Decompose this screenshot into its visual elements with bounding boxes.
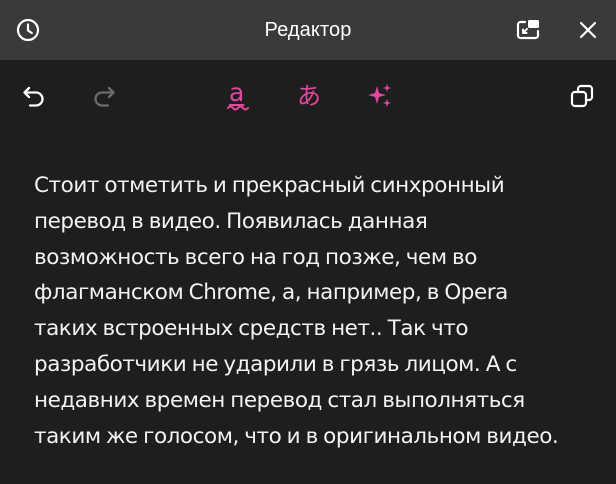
spellcheck-icon: a <box>224 80 252 112</box>
text-line: Стоит отметить и прекрасный синхронный <box>34 173 505 198</box>
redo-button[interactable] <box>86 78 122 114</box>
undo-icon <box>23 86 44 107</box>
text-line: разработчики не ударили в грязь лицом. А… <box>34 351 517 377</box>
text-line: перевод в видео. Появилась данная <box>34 208 428 234</box>
translate-icon: あ <box>297 82 321 110</box>
picture-in-picture-icon <box>516 20 540 40</box>
title-bar: Редактор <box>0 0 616 60</box>
clock-icon <box>16 18 40 42</box>
close-icon <box>579 21 597 39</box>
close-button[interactable] <box>570 12 606 48</box>
translate-button[interactable]: あ <box>291 78 327 114</box>
ai-improve-button[interactable] <box>362 78 398 114</box>
text-line: таких встроенных средств нет.. Так что <box>34 316 469 342</box>
undo-button[interactable] <box>16 78 52 114</box>
spellcheck-button[interactable]: a <box>220 78 256 114</box>
text-line: недавних времен перевод стал выполняться <box>34 387 525 413</box>
copy-button[interactable] <box>564 78 600 114</box>
text-line: возможность всего на год позже, чем во <box>34 244 477 270</box>
spellcheck-glyph: a <box>229 78 245 107</box>
text-line: таким же голосом, что и в оригинальном в… <box>34 423 559 449</box>
history-button[interactable] <box>10 12 46 48</box>
picture-in-picture-button[interactable] <box>510 12 546 48</box>
sparkles-icon <box>368 84 391 107</box>
text-line: флагманском Chrome, а, например, в Opera <box>34 280 508 306</box>
copy-icon <box>570 84 594 108</box>
editor-window: Редактор a あ Стоит отметить и прекрасный… <box>0 0 616 484</box>
redo-icon <box>94 86 115 107</box>
editor-text[interactable]: Стоит отметить и прекрасный синхронный п… <box>34 168 594 454</box>
